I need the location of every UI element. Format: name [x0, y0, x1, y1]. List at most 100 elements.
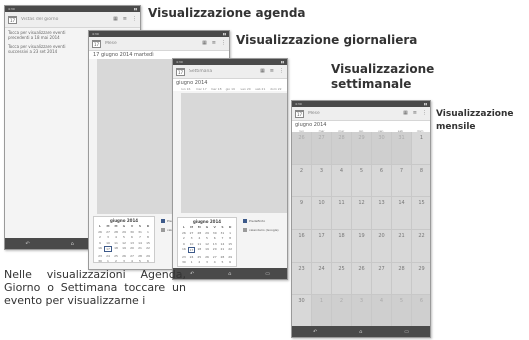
- month-day-cell[interactable]: 2: [332, 295, 352, 328]
- month-day-cell[interactable]: 24: [312, 262, 332, 296]
- mini-day[interactable]: 12: [120, 241, 128, 245]
- mini-day[interactable]: 22: [226, 247, 234, 253]
- mini-day[interactable]: 28: [112, 230, 120, 234]
- mini-day[interactable]: 21: [136, 246, 144, 252]
- mini-day[interactable]: 29: [144, 254, 152, 258]
- mini-calendar[interactable]: giugno 2014 L M M G V S D 26 27 28 29 30 31 1 2 3 4 5 6 7 8 9…: [177, 217, 237, 267]
- mini-day[interactable]: 23: [180, 255, 188, 259]
- mini-day[interactable]: 2: [195, 260, 203, 264]
- month-day-cell[interactable]: 28: [392, 262, 412, 296]
- mini-day[interactable]: 6: [211, 236, 219, 240]
- mini-day[interactable]: 21: [219, 247, 227, 253]
- mini-day[interactable]: 11: [112, 241, 120, 245]
- month-day-cell[interactable]: 1: [312, 295, 332, 328]
- month-day-cell[interactable]: 25: [332, 262, 352, 296]
- calendar-icon[interactable]: 17: [295, 109, 304, 118]
- month-day-cell[interactable]: 30: [372, 132, 392, 165]
- mini-day[interactable]: 14: [219, 242, 227, 246]
- mini-day[interactable]: 19: [203, 247, 211, 253]
- agenda-item[interactable]: Tocca per visualizzare eventi precedenti…: [5, 28, 75, 42]
- view-title[interactable]: Vistas del giorno: [21, 17, 113, 22]
- mini-day[interactable]: 5: [136, 259, 144, 263]
- mini-day[interactable]: 2: [96, 235, 104, 239]
- month-day-cell[interactable]: 3: [352, 295, 372, 328]
- month-day-cell[interactable]: 4: [332, 164, 352, 198]
- week-day-column-label[interactable]: mar 17: [196, 87, 211, 91]
- mini-day[interactable]: 3: [188, 236, 196, 240]
- home-icon[interactable]: ⌂: [71, 241, 74, 247]
- month-day-cell[interactable]: 8: [412, 165, 430, 198]
- mini-day[interactable]: 13: [211, 242, 219, 246]
- mini-day[interactable]: 7: [136, 235, 144, 239]
- week-day-column-label[interactable]: mer 18: [211, 87, 226, 91]
- mini-day[interactable]: 26: [120, 254, 128, 258]
- mini-day[interactable]: 17: [104, 246, 112, 252]
- view-title[interactable]: Mese: [105, 41, 202, 46]
- month-day-cell[interactable]: 12: [352, 197, 372, 230]
- mini-day[interactable]: 9: [96, 241, 104, 245]
- month-day-cell[interactable]: 19: [352, 230, 372, 263]
- mini-day[interactable]: 2: [112, 259, 120, 263]
- week-day-column-label[interactable]: lun 16: [181, 87, 196, 91]
- mini-day[interactable]: 1: [188, 260, 196, 264]
- overflow-icon[interactable]: ⋮: [422, 111, 427, 116]
- month-day-cell[interactable]: 5: [392, 295, 412, 328]
- mini-day[interactable]: 1: [226, 231, 234, 235]
- mini-day[interactable]: 16: [180, 247, 188, 253]
- overflow-icon[interactable]: ⋮: [221, 41, 226, 46]
- mini-day[interactable]: 17: [187, 247, 196, 253]
- mini-day[interactable]: 28: [219, 255, 227, 259]
- mini-day[interactable]: 15: [226, 242, 234, 246]
- mini-day[interactable]: 27: [188, 231, 196, 235]
- mini-day[interactable]: 28: [195, 231, 203, 235]
- month-day-cell[interactable]: 28: [332, 132, 352, 165]
- view-title[interactable]: Mese: [308, 111, 403, 116]
- mini-day[interactable]: 7: [219, 236, 227, 240]
- month-day-cell[interactable]: 10: [312, 197, 332, 230]
- mini-day[interactable]: 10: [104, 241, 112, 245]
- menu-icon[interactable]: ≡: [123, 17, 127, 22]
- menu-icon[interactable]: ≡: [270, 69, 274, 74]
- today-icon[interactable]: ▦: [403, 111, 408, 116]
- month-day-cell[interactable]: 21: [392, 230, 412, 263]
- mini-day[interactable]: 18: [195, 247, 203, 253]
- legend-item[interactable]: Predefinito: [243, 219, 279, 223]
- mini-day[interactable]: 27: [211, 255, 219, 259]
- month-day-cell[interactable]: 29: [412, 263, 430, 296]
- menu-icon[interactable]: ≡: [413, 111, 417, 116]
- mini-day[interactable]: 30: [128, 230, 136, 234]
- mini-day[interactable]: 10: [188, 242, 196, 246]
- month-day-cell[interactable]: 7: [392, 164, 412, 198]
- mini-day[interactable]: 4: [211, 260, 219, 264]
- mini-day[interactable]: 4: [195, 236, 203, 240]
- mini-day[interactable]: 30: [211, 231, 219, 235]
- mini-day[interactable]: 18: [112, 246, 120, 252]
- mini-day[interactable]: 24: [188, 255, 196, 259]
- mini-day[interactable]: 30: [96, 259, 104, 263]
- today-icon[interactable]: ▦: [113, 17, 118, 22]
- overflow-icon[interactable]: ⋮: [279, 69, 284, 74]
- mini-day[interactable]: 5: [219, 260, 227, 264]
- mini-day[interactable]: 4: [112, 235, 120, 239]
- month-day-cell[interactable]: 29: [352, 132, 372, 165]
- back-icon[interactable]: ↶: [313, 329, 317, 335]
- calendar-icon[interactable]: 17: [176, 67, 185, 76]
- overflow-icon[interactable]: ⋮: [132, 17, 137, 22]
- mini-day[interactable]: 8: [226, 236, 234, 240]
- recents-icon[interactable]: ▭: [404, 329, 409, 335]
- month-day-cell[interactable]: 6: [412, 295, 430, 328]
- agenda-item[interactable]: Tocca per visualizzare eventi successivi…: [5, 42, 75, 56]
- mini-day[interactable]: 20: [128, 246, 136, 252]
- mini-day[interactable]: 27: [104, 230, 112, 234]
- week-day-column-label[interactable]: gio 19: [226, 87, 241, 91]
- mini-day[interactable]: 27: [128, 254, 136, 258]
- mini-day[interactable]: 9: [180, 242, 188, 246]
- month-day-cell[interactable]: 5: [352, 164, 372, 198]
- month-day-cell[interactable]: 26: [292, 132, 312, 165]
- mini-day[interactable]: 28: [136, 254, 144, 258]
- recents-icon[interactable]: ▭: [265, 271, 270, 277]
- mini-day[interactable]: 26: [96, 230, 104, 234]
- mini-day[interactable]: 26: [203, 255, 211, 259]
- mini-day[interactable]: 22: [144, 246, 152, 252]
- month-day-cell[interactable]: 11: [332, 197, 352, 230]
